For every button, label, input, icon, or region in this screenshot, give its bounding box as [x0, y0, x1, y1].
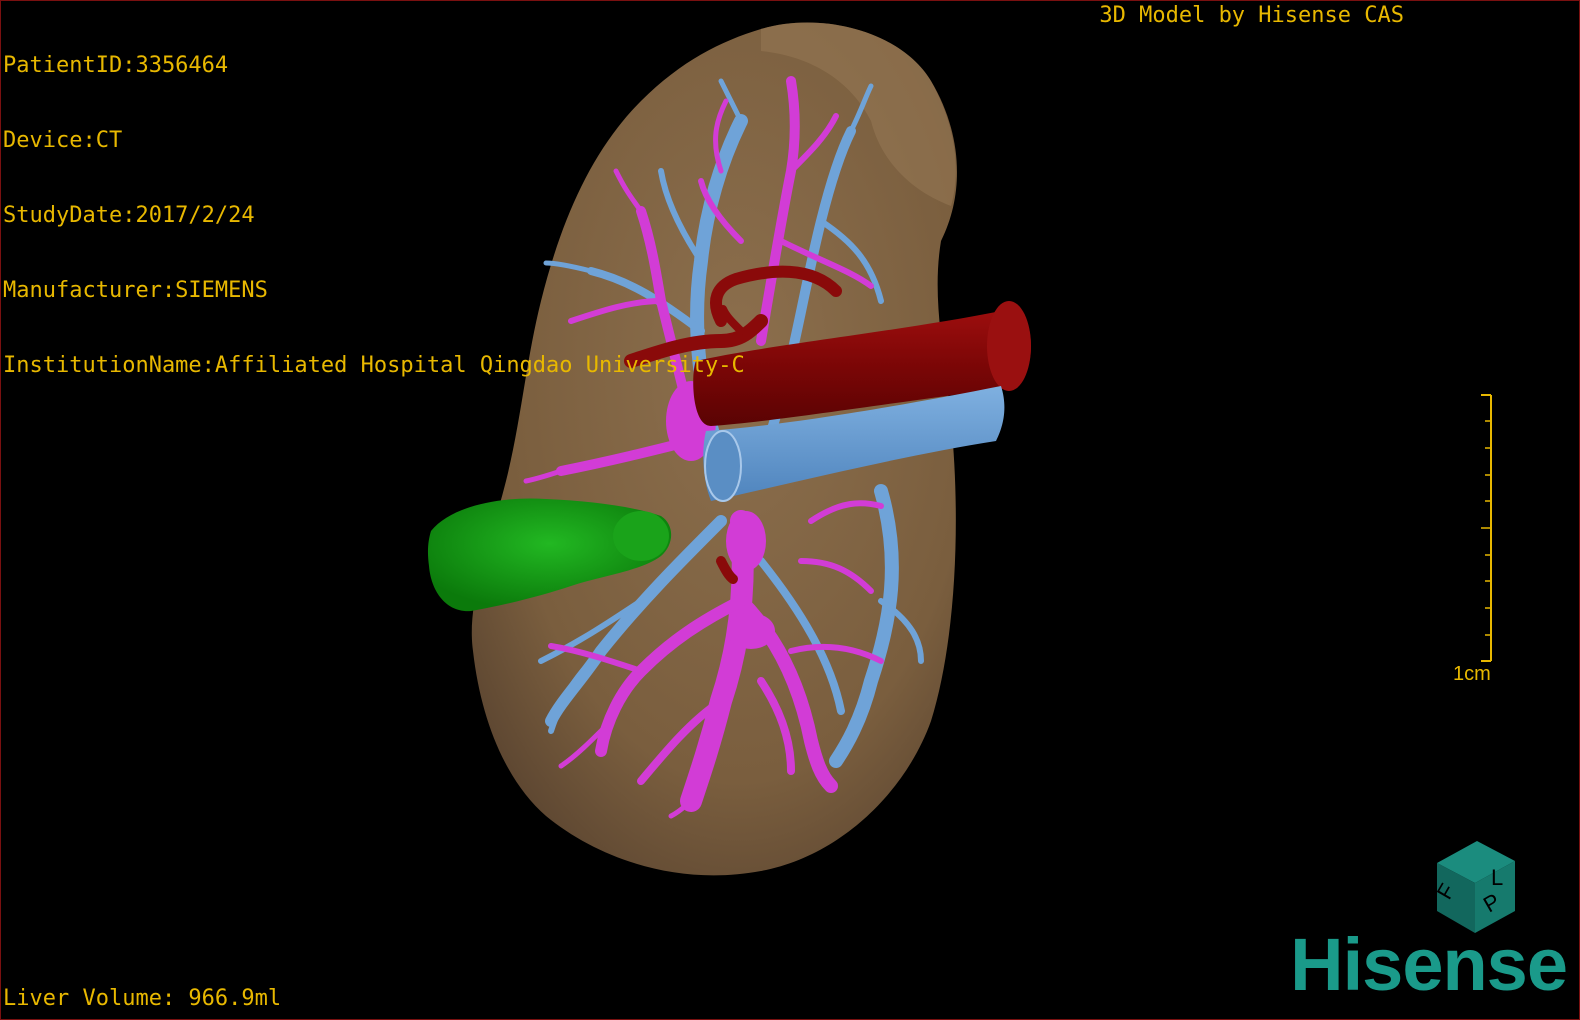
liver-volume: Liver Volume: 966.9ml [3, 986, 282, 1011]
3d-viewport[interactable]: PatientID:3356464 Device:CT StudyDate:20… [0, 0, 1580, 1020]
model-credit: 3D Model by Hisense CAS [1099, 3, 1404, 28]
scale-bar [1481, 394, 1492, 662]
patient-id: PatientID:3356464 [3, 53, 229, 78]
study-info: PatientID:3356464 Device:CT StudyDate:20… [3, 3, 745, 428]
hisense-logo: Hisense [1290, 923, 1568, 1006]
study-date: StudyDate:2017/2/24 [3, 203, 255, 228]
scale-bar-label: 1cm [1453, 663, 1491, 685]
cube-face-right: L [1491, 865, 1503, 890]
device: Device:CT [3, 128, 123, 153]
institution-name: InstitutionName:Affiliated Hospital Qing… [3, 353, 745, 378]
manufacturer: Manufacturer:SIEMENS [3, 278, 268, 303]
